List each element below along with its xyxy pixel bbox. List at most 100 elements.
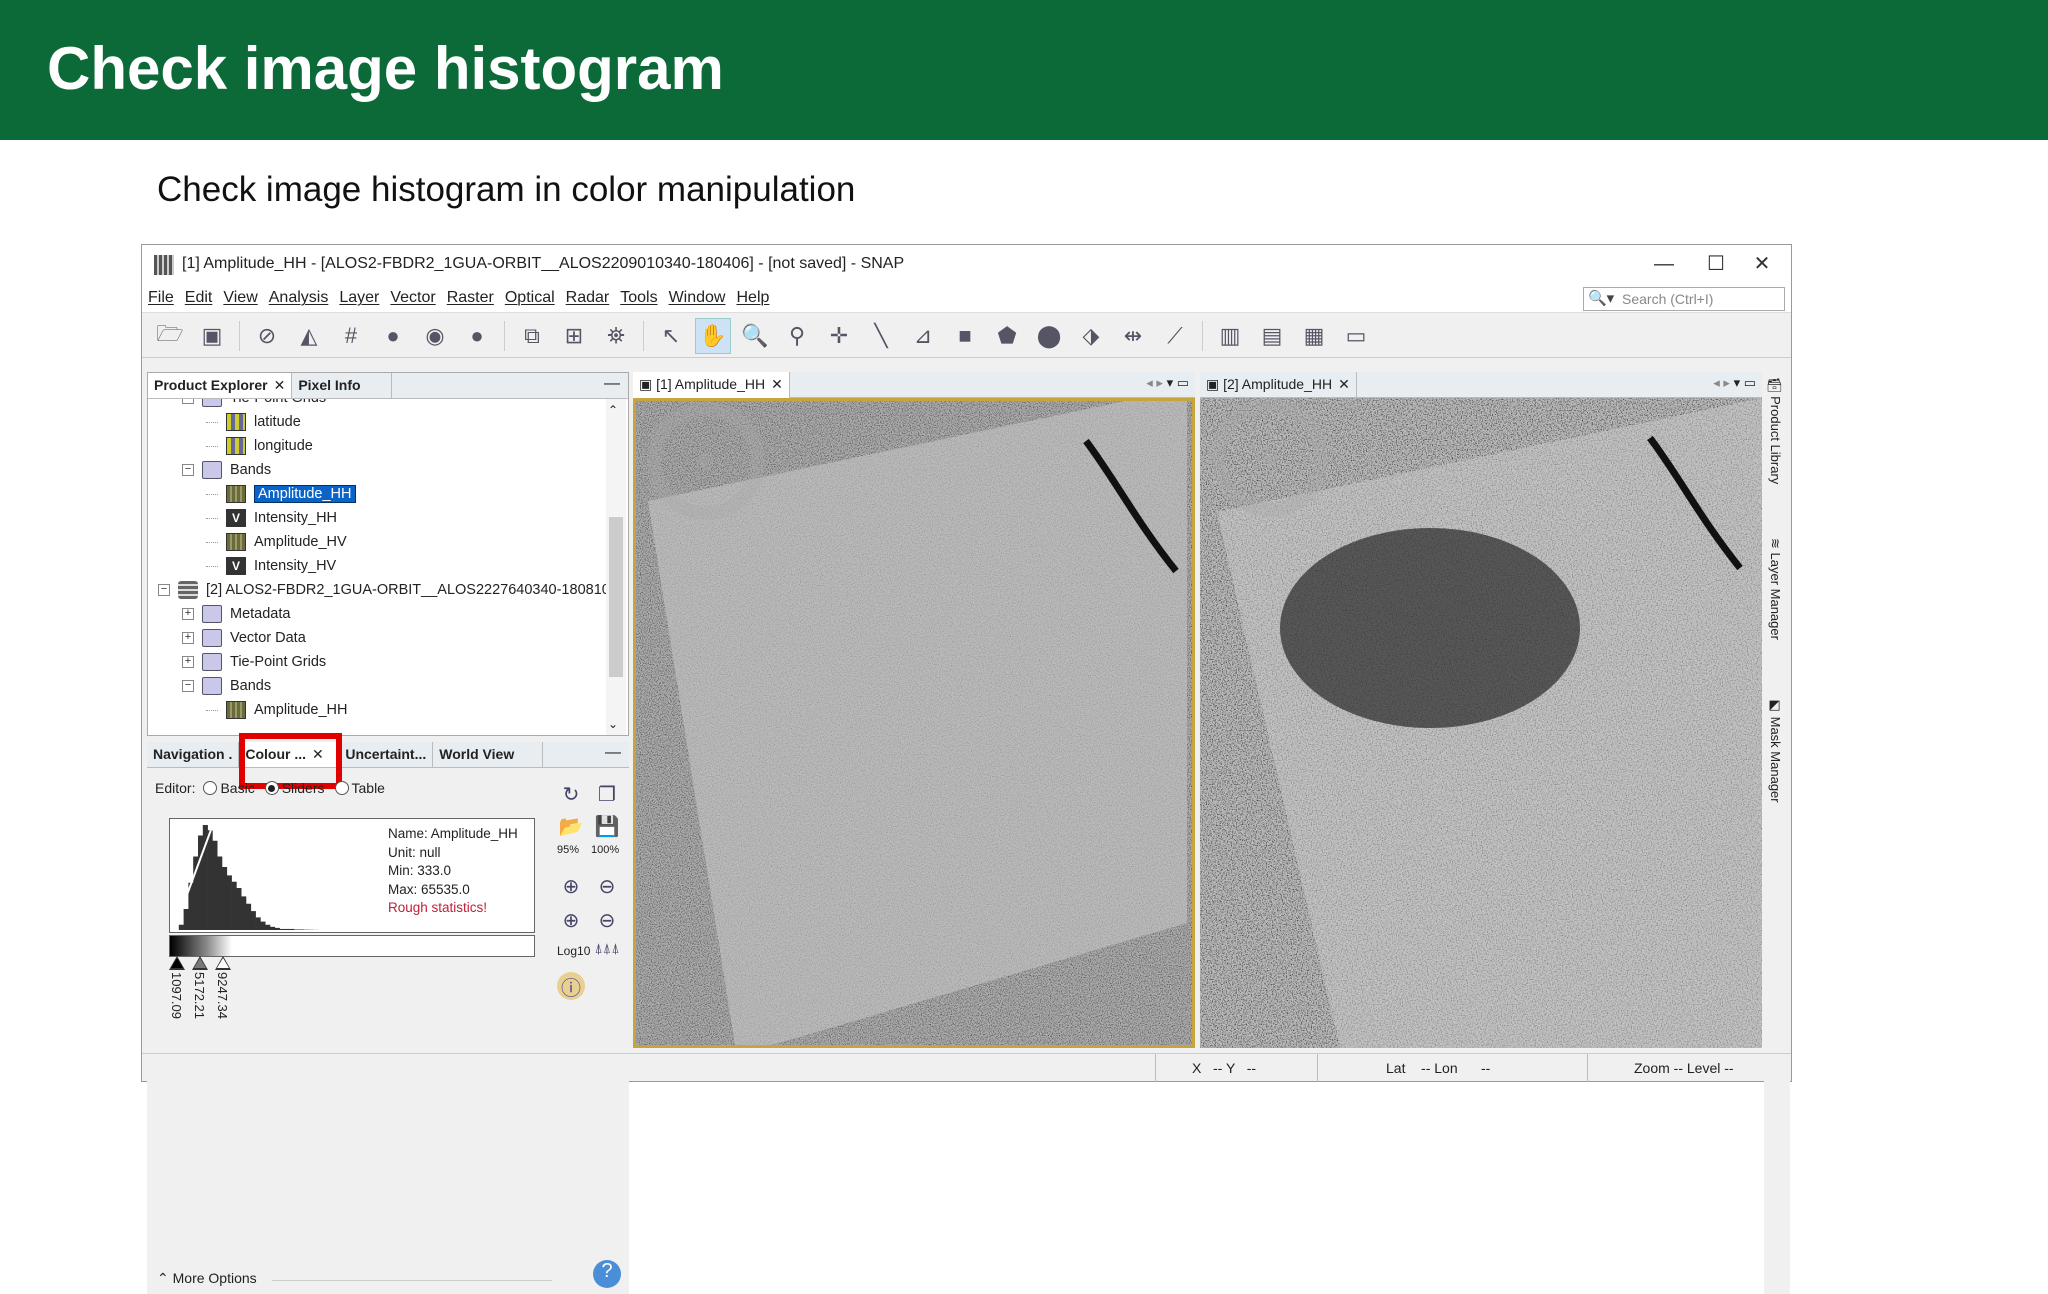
search-input[interactable]: 🔍▾ Search (Ctrl+I) bbox=[1583, 287, 1785, 311]
menu-file[interactable]: File bbox=[142, 283, 179, 307]
expand-icon[interactable]: + bbox=[182, 656, 194, 668]
no-data-overlay-icon[interactable]: ⊘ bbox=[249, 318, 285, 354]
info-icon[interactable]: ⓘ bbox=[557, 972, 585, 1000]
minimize-panel-button[interactable]: — bbox=[604, 375, 620, 393]
minimize-panel-button[interactable]: — bbox=[605, 744, 621, 762]
side-tab-mask-manager[interactable]: ◩ Mask Manager bbox=[1768, 698, 1783, 803]
side-tab-product-library[interactable]: 🗃 Product Library bbox=[1768, 376, 1783, 484]
editor-mode-basic[interactable]: Basic bbox=[203, 780, 254, 796]
tree-item[interactable]: −[2] ALOS2-FBDR2_1GUA-ORBIT__ALOS2227640… bbox=[158, 581, 606, 599]
gcp-placing-tool-icon[interactable]: ✛ bbox=[821, 318, 857, 354]
colour-slider[interactable]: 5172.21 bbox=[192, 956, 208, 1019]
more-options-toggle[interactable]: ⌃ More Options bbox=[157, 1270, 257, 1287]
menu-window[interactable]: Window bbox=[663, 283, 731, 307]
tab-view-2[interactable]: ▣ [2] Amplitude_HH✕ bbox=[1200, 372, 1357, 398]
tree-item[interactable]: Amplitude_HH bbox=[206, 701, 348, 719]
tree-item[interactable]: −Bands bbox=[182, 461, 271, 479]
zoom-in-horizontal-icon[interactable]: ⊕ bbox=[557, 908, 585, 936]
tab-product-explorer[interactable]: Product Explorer✕ bbox=[148, 373, 292, 398]
tab-pixel-info[interactable]: Pixel Info bbox=[292, 373, 392, 398]
batch-processing-icon[interactable]: ⊞ bbox=[556, 318, 592, 354]
menu-vector[interactable]: Vector bbox=[384, 283, 440, 307]
radio-button[interactable] bbox=[265, 781, 279, 795]
tab-uncertainty[interactable]: Uncertaint... bbox=[339, 742, 433, 767]
scroll-up-icon[interactable]: ⌃ bbox=[608, 403, 618, 417]
tree-item[interactable]: Amplitude_HH bbox=[206, 485, 356, 503]
pin-placing-tool-icon[interactable]: ⚲ bbox=[779, 318, 815, 354]
menu-analysis[interactable]: Analysis bbox=[263, 283, 334, 307]
world-wind-icon[interactable]: ⛯ bbox=[598, 318, 634, 354]
tree-item[interactable]: VIntensity_HH bbox=[206, 509, 337, 527]
tree-item[interactable]: Amplitude_HV bbox=[206, 533, 347, 551]
reset-icon[interactable]: ↻ bbox=[557, 782, 585, 810]
colour-slider[interactable]: 9247.34 bbox=[215, 956, 231, 1019]
colour-slider[interactable]: 1097.09 bbox=[169, 956, 185, 1019]
menu-radar[interactable]: Radar bbox=[560, 283, 615, 307]
sar-image-1[interactable] bbox=[633, 398, 1195, 1048]
range-100-button[interactable]: 100% bbox=[591, 844, 619, 856]
tree-item[interactable]: −Bands bbox=[182, 677, 271, 695]
tile-single-icon[interactable]: ▭ bbox=[1338, 318, 1374, 354]
editor-mode-sliders[interactable]: Sliders bbox=[265, 780, 325, 796]
menu-help[interactable]: Help bbox=[730, 283, 774, 307]
tree-item[interactable]: +Metadata bbox=[182, 605, 290, 623]
collapse-icon[interactable]: − bbox=[182, 399, 194, 404]
tree-item[interactable]: +Tie-Point Grids bbox=[182, 653, 326, 671]
collapse-icon[interactable]: − bbox=[158, 584, 170, 596]
ellipse-drawing-tool-icon[interactable]: ⬤ bbox=[1031, 318, 1067, 354]
slider-handle-icon[interactable] bbox=[192, 956, 208, 970]
scroll-thumb[interactable] bbox=[609, 517, 623, 677]
tree-item[interactable]: VIntensity_HV bbox=[206, 557, 336, 575]
shapes-overlay-icon[interactable]: ◭ bbox=[291, 318, 327, 354]
select-tool-icon[interactable]: ↖ bbox=[653, 318, 689, 354]
range-95-button[interactable]: 95% bbox=[557, 844, 579, 856]
close-icon[interactable]: ✕ bbox=[274, 377, 286, 393]
radio-button[interactable] bbox=[203, 781, 217, 795]
tree-scrollbar[interactable]: ⌃ ⌄ bbox=[606, 399, 626, 735]
tile-horizontal-icon[interactable]: ▥ bbox=[1212, 318, 1248, 354]
menu-view[interactable]: View bbox=[217, 283, 262, 307]
tree-item[interactable]: longitude bbox=[206, 437, 313, 455]
editor-mode-table[interactable]: Table bbox=[335, 780, 385, 796]
open-product-icon[interactable]: 🗁 bbox=[152, 318, 188, 354]
export-icon[interactable]: 💾 bbox=[593, 814, 621, 842]
graticule-overlay-icon[interactable]: # bbox=[333, 318, 369, 354]
gcp-overlay-icon[interactable]: ◉ bbox=[417, 318, 453, 354]
pan-tool-icon[interactable]: ✋ bbox=[695, 318, 731, 354]
tile-grid-icon[interactable]: ▦ bbox=[1296, 318, 1332, 354]
world-map-overlay-icon[interactable]: ● bbox=[459, 318, 495, 354]
zoom-out-vertical-icon[interactable]: ⊖ bbox=[593, 874, 621, 902]
menu-optical[interactable]: Optical bbox=[499, 283, 560, 307]
tab-navigation[interactable]: Navigation . bbox=[147, 742, 239, 767]
graph-builder-icon[interactable]: ⧉ bbox=[514, 318, 550, 354]
ruler-tool-icon[interactable]: ⟋ bbox=[1157, 318, 1193, 354]
help-icon[interactable]: ? bbox=[593, 1260, 621, 1288]
pin-overlay-icon[interactable]: ● bbox=[375, 318, 411, 354]
menu-raster[interactable]: Raster bbox=[441, 283, 499, 307]
rectangle-drawing-tool-icon[interactable]: ■ bbox=[947, 318, 983, 354]
polygon-drawing-tool-icon[interactable]: ⬟ bbox=[989, 318, 1025, 354]
log10-button[interactable]: Log10 bbox=[557, 944, 590, 958]
maximize-button[interactable]: ☐ bbox=[1693, 249, 1739, 279]
distribute-sliders-icon[interactable]: ⍋⍋⍋ bbox=[593, 940, 621, 968]
menu-layer[interactable]: Layer bbox=[333, 283, 384, 307]
view-nav-controls[interactable]: ◂ ▸ ▾ ▭ bbox=[1713, 375, 1756, 391]
expand-icon[interactable]: + bbox=[182, 608, 194, 620]
line-drawing-tool-icon[interactable]: ╲ bbox=[863, 318, 899, 354]
collapse-icon[interactable]: − bbox=[182, 464, 194, 476]
polyline-drawing-tool-icon[interactable]: ⊿ bbox=[905, 318, 941, 354]
tree-item[interactable]: latitude bbox=[206, 413, 301, 431]
import-icon[interactable]: 📂 bbox=[557, 814, 585, 842]
menu-tools[interactable]: Tools bbox=[614, 283, 662, 307]
save-product-icon[interactable]: ▣ bbox=[194, 318, 230, 354]
zoom-in-vertical-icon[interactable]: ⊕ bbox=[557, 874, 585, 902]
radio-button[interactable] bbox=[335, 781, 349, 795]
slider-handle-icon[interactable] bbox=[169, 956, 185, 970]
side-tab-layer-manager[interactable]: ≋ Layer Manager bbox=[1768, 538, 1783, 640]
minimize-button[interactable]: — bbox=[1641, 249, 1687, 279]
sar-image-2[interactable] bbox=[1200, 398, 1762, 1048]
navigation-compass-icon[interactable] bbox=[1218, 406, 1322, 510]
tab-view-1[interactable]: ▣ [1] Amplitude_HH✕ bbox=[633, 372, 790, 398]
tab-world-view[interactable]: World View bbox=[433, 742, 543, 767]
magic-wand-tool-icon[interactable]: ⬗ bbox=[1073, 318, 1109, 354]
